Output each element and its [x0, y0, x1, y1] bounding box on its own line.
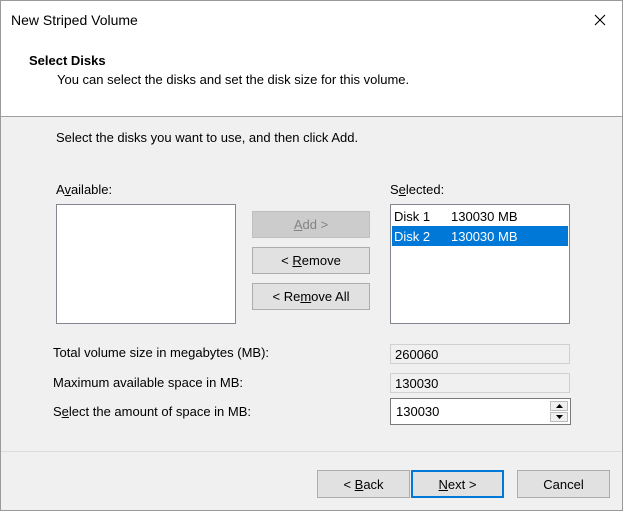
disk-name: Disk 2: [394, 228, 431, 244]
available-label: Available:: [56, 182, 113, 197]
chevron-up-icon: [555, 404, 563, 408]
header-title: Select Disks: [29, 53, 106, 68]
list-item[interactable]: Disk 2 130030 MB: [392, 226, 568, 246]
available-disks-list[interactable]: [56, 204, 236, 324]
instruction-text: Select the disks you want to use, and th…: [56, 130, 359, 145]
amount-input[interactable]: 130030: [396, 404, 439, 419]
selected-disks-list[interactable]: Disk 1 130030 MB Disk 2 130030 MB: [390, 204, 570, 324]
disk-size: 130030 MB: [451, 208, 518, 224]
selected-label: Selected:: [390, 182, 445, 197]
remove-button[interactable]: < Remove: [252, 247, 370, 274]
new-striped-volume-dialog: New Striped Volume Select Disks You can …: [0, 0, 623, 511]
close-button[interactable]: [578, 1, 622, 39]
title-bar: New Striped Volume: [1, 1, 622, 39]
remove-all-button[interactable]: < Re m ove All: [252, 283, 370, 310]
spin-up-button[interactable]: [550, 401, 568, 411]
total-size-label: Total volume size in megabytes (MB):: [53, 345, 270, 360]
chevron-down-icon: [555, 415, 563, 419]
disk-name: Disk 1: [394, 208, 431, 224]
spin-buttons: [550, 401, 568, 422]
list-item[interactable]: Disk 1 130030 MB: [392, 206, 568, 226]
disk-size: 130030 MB: [451, 228, 518, 244]
window-title: New Striped Volume: [11, 12, 138, 28]
max-space-label: Maximum available space in MB:: [53, 375, 244, 390]
max-space-value: 130030: [390, 373, 570, 393]
amount-label: Select the amount of space in MB:: [53, 404, 252, 419]
add-button[interactable]: Add >: [252, 211, 370, 238]
cancel-button[interactable]: Cancel: [517, 470, 610, 498]
wizard-body: Select the disks you want to use, and th…: [1, 118, 622, 451]
next-button[interactable]: Next >: [411, 470, 504, 498]
header-subtitle: You can select the disks and set the dis…: [57, 72, 410, 87]
back-button[interactable]: < Back: [317, 470, 410, 498]
close-icon: [594, 14, 606, 26]
wizard-header: Select Disks You can select the disks an…: [1, 39, 622, 117]
spin-down-button[interactable]: [550, 412, 568, 422]
total-size-value: 260060: [390, 344, 570, 364]
amount-spinbox[interactable]: 130030: [390, 398, 571, 425]
wizard-footer: < Back Next > Cancel: [1, 451, 622, 510]
